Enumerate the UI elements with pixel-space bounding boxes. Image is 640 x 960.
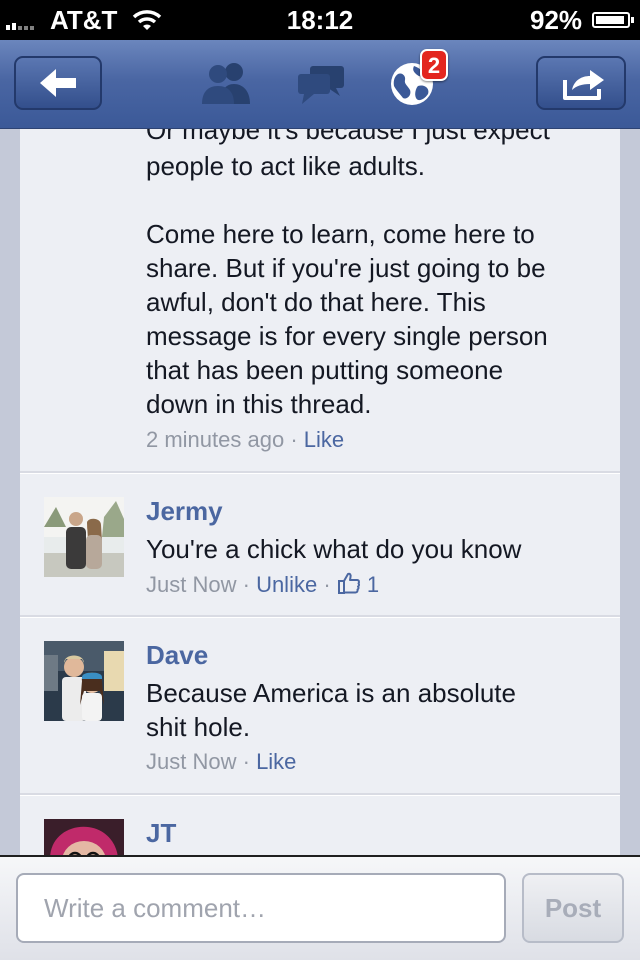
comment-time: 2 minutes ago <box>146 427 285 452</box>
friend-requests-icon[interactable] <box>198 60 256 106</box>
back-arrow-icon <box>40 69 76 97</box>
like-link[interactable]: Like <box>304 427 344 452</box>
back-button[interactable] <box>14 56 102 110</box>
avatar[interactable] <box>44 497 124 577</box>
avatar-photo-jt <box>44 819 124 855</box>
comment-text: You're a chick what do you know <box>146 534 522 564</box>
comment-text: people to act like adults. Come here to … <box>146 151 548 419</box>
comment-time: Just Now <box>146 749 237 774</box>
divider <box>20 471 620 474</box>
commenter-name[interactable]: JT <box>146 818 176 849</box>
battery-percent: 92% <box>530 5 583 35</box>
unlike-link[interactable]: Unlike <box>256 572 317 597</box>
comment-input[interactable] <box>16 873 506 943</box>
avatar[interactable] <box>44 641 124 721</box>
post-button[interactable]: Post <box>522 873 624 943</box>
divider <box>20 793 620 796</box>
comment-time: Just Now <box>146 572 237 597</box>
comment-meta: Just Now · Like <box>146 749 297 774</box>
comment-text: Because America is an absolute shit hole… <box>146 678 516 742</box>
thumbs-up-icon <box>337 572 360 594</box>
comment-composer: Post <box>0 855 640 960</box>
like-link[interactable]: Like <box>256 749 296 774</box>
avatar-photo-jermy <box>44 497 124 577</box>
commenter-name[interactable]: Dave <box>146 640 208 671</box>
messages-icon[interactable] <box>294 62 348 108</box>
avatar[interactable] <box>44 819 124 855</box>
like-count[interactable]: 1 <box>367 572 379 597</box>
comment-thread[interactable]: Or maybe it's because I just expect peop… <box>20 129 620 855</box>
comment-text-cut-line: Or maybe it's because I just expect <box>146 129 550 145</box>
navigation-bar: 2 <box>0 40 640 129</box>
battery-icon <box>592 12 634 28</box>
comment-meta: Just Now · Unlike · 1 <box>146 572 380 597</box>
notification-badge: 2 <box>420 49 448 81</box>
comment-meta: 2 minutes ago · Like <box>146 427 345 452</box>
commenter-name[interactable]: Jermy <box>146 496 223 527</box>
status-bar: AT&T 18:12 92% <box>0 0 640 40</box>
share-icon <box>563 70 604 100</box>
avatar-photo-dave <box>44 641 124 721</box>
divider <box>20 615 620 618</box>
share-button[interactable] <box>536 56 626 110</box>
